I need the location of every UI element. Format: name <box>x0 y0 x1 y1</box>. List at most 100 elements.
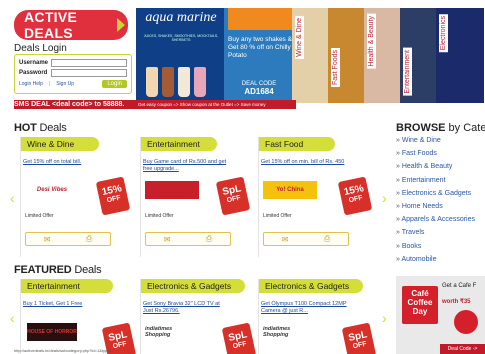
browse-item-fast-foods[interactable]: Fast Foods <box>396 150 475 163</box>
promo-deal-code: DEAL CODE AD1684 <box>232 80 286 97</box>
status-bar-url: http://activedeals.in/deals/subcategory.… <box>14 348 116 353</box>
banner-cat-wine: Wine & Dine <box>295 16 304 59</box>
shake-glass-icon <box>178 67 190 97</box>
email-icon[interactable]: ✉ <box>164 235 171 244</box>
deal-category: Wine & Dine <box>21 137 99 151</box>
aqua-marine-panel: aqua marine JUICES, SHAKES, SMOOTHIES, M… <box>136 8 224 103</box>
wine-dine-panel[interactable]: Wine & Dine <box>292 8 328 103</box>
promo-text: Buy any two shakes & Get 80 % off on Chi… <box>228 36 292 59</box>
deal-category: Entertainment <box>21 279 113 293</box>
deal-code-value: AD1684 <box>244 87 274 96</box>
discount-tag: SpL OFF <box>221 322 257 354</box>
banner-cat-fastfood: Fast Foods <box>331 48 340 88</box>
deal-offer-link[interactable]: Buy 1 Ticket, Get 1 Free <box>23 301 109 308</box>
deal-offer-link[interactable]: Get 15% off on min. bill of Rs. 450 <box>261 159 347 166</box>
print-icon[interactable]: ⎙ <box>324 234 330 244</box>
shake-glass-icon <box>162 67 174 97</box>
cafe-coffee-day-logo: Café Coffee Day <box>402 286 438 324</box>
deal-offer-link[interactable]: Get Sony Bravia 32" LCD TV at Just Rs.26… <box>143 301 229 315</box>
merchant-logo: HOUSE OF HORROR <box>27 323 77 341</box>
password-label: Password <box>19 69 48 76</box>
fast-foods-panel[interactable]: Fast Foods <box>328 8 364 103</box>
featured-title-bold: FEATURED <box>14 264 72 276</box>
deal-category: Electronics & Gadgets <box>259 279 363 293</box>
banner-cat-electronics: Electronics <box>439 14 448 53</box>
cafe-ad-text: Get a Cafe F <box>442 283 477 289</box>
deal-category: Fast Food <box>259 137 335 151</box>
browse-item-automobile[interactable]: Automobile <box>396 256 475 269</box>
oranges-image <box>228 8 292 30</box>
featured-deals-title: FEATURED Deals <box>14 264 102 276</box>
cafe-deal-code: Deal Code -> <box>440 344 485 354</box>
discount-tag: 15% OFF <box>95 176 131 216</box>
deal-offer-link[interactable]: Buy Game card of Rs.500 and get free upg… <box>143 159 229 173</box>
aqua-marine-logo: aqua marine <box>145 10 217 25</box>
brand-logo[interactable]: ACTIVE DEALS <box>14 9 128 41</box>
hot-deal-card[interactable]: Wine & Dine Get 15% off on total bill. D… <box>20 137 131 257</box>
print-icon[interactable]: ⎙ <box>86 234 92 244</box>
login-button[interactable]: Login <box>102 80 127 88</box>
featured-deal-card[interactable]: Electronics & Gadgets Get Olympus T100 C… <box>258 279 377 354</box>
login-help-link[interactable]: Login Help <box>19 81 43 87</box>
limited-offer-label: Limited Offer <box>263 213 292 219</box>
browse-title: BROWSE by Category <box>396 122 485 134</box>
browse-item-books[interactable]: Books <box>396 243 475 256</box>
hot-deals-title: HOT Deals <box>14 122 67 134</box>
browse-item-home-needs[interactable]: Home Needs <box>396 203 475 216</box>
electronics-panel[interactable]: Electronics <box>436 8 484 103</box>
login-form: Username Password Login Help | Sign Up L… <box>14 54 132 94</box>
brand-name: ACTIVE DEALS <box>24 9 78 41</box>
email-icon[interactable]: ✉ <box>282 235 289 244</box>
browse-item-entertainment[interactable]: Entertainment <box>396 177 475 190</box>
cafe-ad-price: worth ₹35 <box>442 299 471 305</box>
merchant-logo: indiatimes Shopping <box>145 326 173 338</box>
deal-category: Electronics & Gadgets <box>141 279 245 293</box>
discount-tag: SpL OFF <box>341 322 377 354</box>
health-beauty-panel[interactable]: Health & Beauty <box>364 8 400 103</box>
shake-glass-icon <box>194 67 206 97</box>
username-input[interactable] <box>51 58 127 67</box>
deal-offer-link[interactable]: Get 15% off on total bill. <box>23 159 109 166</box>
featured-next-arrow[interactable]: › <box>382 310 387 326</box>
featured-prev-arrow[interactable]: ‹ <box>10 310 15 326</box>
merchant-logo: Yo! China <box>263 181 317 199</box>
deal-actions: ✉ ⎙ <box>25 232 111 246</box>
featured-title-rest: Deals <box>71 264 102 276</box>
hot-prev-arrow[interactable]: ‹ <box>10 190 15 206</box>
deal-actions: ✉ ⎙ <box>145 232 231 246</box>
featured-deal-card[interactable]: Electronics & Gadgets Get Sony Bravia 32… <box>140 279 257 354</box>
shake-glass-icon <box>146 67 158 97</box>
hot-deal-card[interactable]: Fast Food Get 15% off on min. bill of Rs… <box>258 137 373 257</box>
merchant-logo: indiatimes Shopping <box>263 326 291 338</box>
deal-actions: ✉ ⎙ <box>263 232 349 246</box>
aqua-marine-tagline: JUICES, SHAKES, SMOOTHIES, MOCKTAILS, SH… <box>143 34 219 42</box>
coffee-cup-icon <box>454 310 478 334</box>
featured-deal-card[interactable]: Entertainment Buy 1 Ticket, Get 1 Free H… <box>20 279 137 354</box>
deal-offer-link[interactable]: Get Olympus T100 Compact 12MP Camera @ j… <box>261 301 347 315</box>
banner-cat-health: Health & Beauty <box>367 14 376 69</box>
discount-tag: SpL OFF <box>215 176 251 216</box>
browse-item-health-beauty[interactable]: Health & Beauty <box>396 163 475 176</box>
browse-item-electronics[interactable]: Electronics & Gadgets <box>396 190 475 203</box>
hot-next-arrow[interactable]: › <box>382 190 387 206</box>
signup-link[interactable]: Sign Up <box>56 81 74 87</box>
discount-tag: 15% OFF <box>337 176 373 216</box>
deal-category: Entertainment <box>141 137 217 151</box>
cafe-coffee-day-ad[interactable]: Café Coffee Day Get a Cafe F worth ₹35 D… <box>396 276 485 354</box>
hot-deal-card[interactable]: Entertainment Buy Game card of Rs.500 an… <box>140 137 251 257</box>
promo-banner[interactable]: aqua marine JUICES, SHAKES, SMOOTHIES, M… <box>136 8 484 103</box>
browse-item-apparels[interactable]: Apparels & Accessories <box>396 216 475 229</box>
coupon-steps-ticker: Get easy coupon => Show coupon at the Ou… <box>136 100 296 109</box>
hot-title-rest: Deals <box>36 122 67 134</box>
hot-title-bold: HOT <box>14 122 37 134</box>
browse-item-travels[interactable]: Travels <box>396 229 475 242</box>
username-label: Username <box>19 59 49 66</box>
password-input[interactable] <box>51 68 127 77</box>
entertainment-panel[interactable]: Entertainment <box>400 8 436 103</box>
email-icon[interactable]: ✉ <box>44 235 51 244</box>
print-icon[interactable]: ⎙ <box>206 234 212 244</box>
browse-category-list: Wine & Dine Fast Foods Health & Beauty E… <box>396 137 475 269</box>
browse-title-bold: BROWSE <box>396 122 446 134</box>
browse-title-rest: by Category <box>448 122 485 134</box>
browse-item-wine-dine[interactable]: Wine & Dine <box>396 137 475 150</box>
